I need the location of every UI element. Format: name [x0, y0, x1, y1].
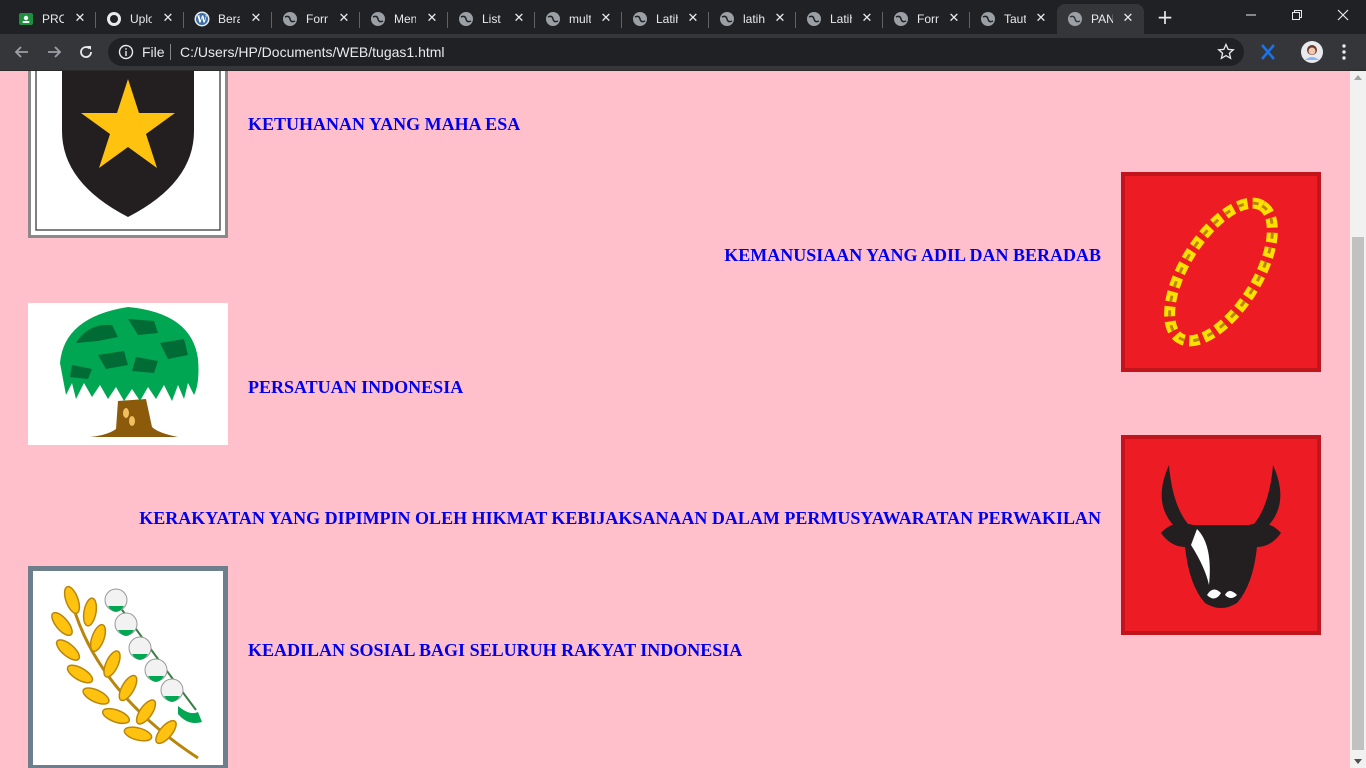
url-text[interactable]: C:/Users/HP/Documents/WEB/tugas1.html [180, 44, 445, 60]
globe-icon [458, 11, 474, 27]
classroom-icon [18, 11, 34, 27]
globe-icon [893, 11, 909, 27]
forward-arrow-icon [48, 46, 62, 58]
globe-icon [632, 11, 648, 27]
sila-1-text: KETUHANAN YANG MAHA ESA [248, 114, 521, 134]
scroll-down-arrow-icon[interactable] [1354, 759, 1362, 764]
tab-upload[interactable]: Uplo ✕ [96, 4, 184, 34]
tab-title: Forn [917, 12, 939, 26]
tab-title: Taut [1004, 12, 1026, 26]
close-icon[interactable]: ✕ [248, 11, 264, 27]
omnibox-divider [170, 44, 171, 60]
close-icon[interactable]: ✕ [72, 11, 88, 27]
tab-beranda[interactable]: W Bera ✕ [184, 4, 272, 34]
profile-avatar[interactable] [1300, 40, 1324, 64]
close-icon[interactable]: ✕ [772, 11, 788, 27]
page-content: KETUHANAN YANG MAHA ESA KEMANUSIAAN YANG… [0, 71, 1350, 768]
tab-title: Latih [656, 12, 678, 26]
new-tab-button[interactable]: + [1152, 5, 1178, 31]
back-arrow-icon [14, 46, 28, 58]
tab-strip: PRO ✕ Uplo ✕ W Bera ✕ Forn ✕ Men ✕ List … [0, 0, 1366, 34]
tab-title: Latih [830, 12, 852, 26]
globe-icon [719, 11, 735, 27]
close-window-button[interactable] [1320, 0, 1366, 30]
close-icon[interactable]: ✕ [511, 11, 527, 27]
tab-title: List p [482, 12, 504, 26]
vertical-scrollbar[interactable] [1350, 71, 1366, 768]
close-icon[interactable]: ✕ [598, 11, 614, 27]
sila-5-text: KEADILAN SOSIAL BAGI SELURUH RAKYAT INDO… [248, 640, 743, 660]
star-emblem-image [28, 71, 228, 238]
tab-latihan-2[interactable]: latih ✕ [709, 4, 796, 34]
globe-icon [282, 11, 298, 27]
globe-icon [545, 11, 561, 27]
github-icon [106, 11, 122, 27]
close-icon[interactable]: ✕ [160, 11, 176, 27]
scheme-label: File [142, 44, 165, 60]
tab-title: Men [394, 12, 416, 26]
close-icon[interactable]: ✕ [859, 11, 875, 27]
close-icon[interactable]: ✕ [336, 11, 352, 27]
globe-icon [980, 11, 996, 27]
globe-icon [370, 11, 386, 27]
restore-button[interactable] [1274, 0, 1320, 30]
chain-emblem-image [1121, 172, 1321, 372]
tab-title: latih [743, 12, 765, 26]
close-icon[interactable]: ✕ [424, 11, 440, 27]
close-icon[interactable]: ✕ [685, 11, 701, 27]
banyan-tree-emblem-image [28, 303, 228, 445]
tab-title: Uplo [130, 12, 152, 26]
reload-button[interactable] [72, 38, 100, 66]
tab-pro[interactable]: PRO ✕ [8, 4, 96, 34]
close-icon[interactable]: ✕ [1033, 11, 1049, 27]
tab-list[interactable]: List p ✕ [448, 4, 535, 34]
tab-men[interactable]: Men ✕ [360, 4, 448, 34]
wordpress-icon: W [194, 11, 210, 27]
address-bar[interactable]: File C:/Users/HP/Documents/WEB/tugas1.ht… [108, 38, 1244, 66]
sila-4-text: KERAKYATAN YANG DIPIMPIN OLEH HIKMAT KEB… [139, 508, 1101, 528]
tab-pancasila-active[interactable]: PAN ✕ [1057, 4, 1144, 34]
scrollbar-thumb[interactable] [1352, 237, 1364, 750]
tab-title: mult [569, 12, 591, 26]
info-icon[interactable] [118, 44, 134, 60]
scroll-up-arrow-icon[interactable] [1354, 75, 1362, 80]
back-button[interactable] [8, 38, 36, 66]
close-icon[interactable]: ✕ [946, 11, 962, 27]
tab-form-1[interactable]: Forn ✕ [272, 4, 360, 34]
bull-head-emblem-image [1121, 435, 1321, 635]
bookmark-star-icon[interactable] [1216, 42, 1236, 62]
extension-x-icon[interactable] [1256, 40, 1280, 64]
tab-tautan[interactable]: Taut ✕ [970, 4, 1057, 34]
rice-cotton-emblem-image [28, 566, 228, 768]
tab-title: Bera [218, 12, 240, 26]
sila-2-text: KEMANUSIAAN YANG ADIL DAN BERADAB [724, 245, 1101, 265]
tab-title: PRO [42, 12, 64, 26]
globe-icon [806, 11, 822, 27]
sila-3-text: PERSATUAN INDONESIA [248, 377, 464, 397]
menu-kebab-icon[interactable] [1332, 40, 1356, 64]
tab-multi[interactable]: mult ✕ [535, 4, 622, 34]
tab-title: Forn [306, 12, 328, 26]
tab-latihan-3[interactable]: Latih ✕ [796, 4, 883, 34]
reload-icon [80, 46, 92, 58]
globe-icon [1067, 11, 1083, 27]
tab-title: PAN [1091, 12, 1113, 26]
tab-form-2[interactable]: Forn ✕ [883, 4, 970, 34]
browser-toolbar: File C:/Users/HP/Documents/WEB/tugas1.ht… [0, 34, 1366, 71]
minimize-button[interactable] [1228, 0, 1274, 30]
svg-text:W: W [196, 16, 208, 26]
forward-button[interactable] [40, 38, 68, 66]
tab-latihan-1[interactable]: Latih ✕ [622, 4, 709, 34]
close-icon[interactable]: ✕ [1120, 11, 1136, 27]
